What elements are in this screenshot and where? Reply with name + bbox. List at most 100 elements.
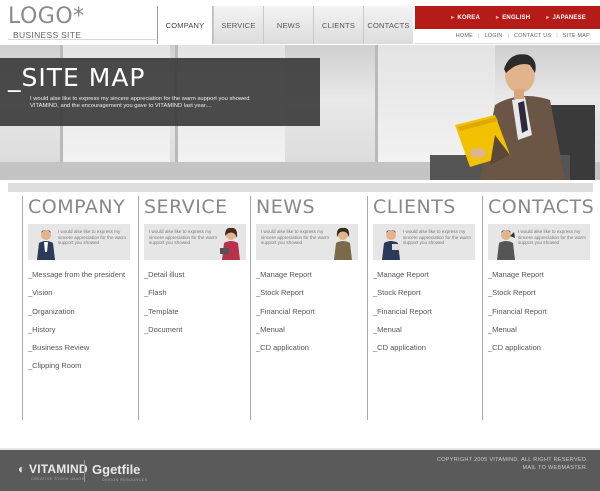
copyright-block: COPYRIGHT 2005 VITAMIND. ALL RIGHT RESER… [437, 457, 588, 472]
column-title[interactable]: COMPANY [28, 196, 138, 222]
hero-banner: _SITE MAP I would alse like to express m… [0, 45, 600, 180]
util-separator: | [478, 33, 480, 39]
column-links: _Detail illust _Flash _Template _Documen… [144, 266, 250, 339]
lang-japanese[interactable]: ▸ JAPANESE [546, 14, 586, 21]
sitemap-link[interactable]: _Document [144, 321, 250, 339]
column-title[interactable]: CONTACTS [488, 196, 600, 222]
column-links: _Manage Report _Stock Report _Financial … [488, 266, 600, 357]
language-bar: ▸ KOREA ▸ ENGLISH ▸ JAPANESE [415, 6, 600, 29]
column-title[interactable]: NEWS [256, 196, 367, 222]
person-illustration [497, 230, 515, 260]
sitemap-link[interactable]: _Flash [144, 284, 250, 302]
person-illustration [220, 227, 240, 260]
logo-divider [8, 39, 156, 40]
sitemap-link[interactable]: _CD application [373, 339, 482, 357]
sitemap-link[interactable]: _CD application [256, 339, 367, 357]
column-links: _Message from the president _Vision _Org… [28, 266, 138, 376]
nav-clients[interactable]: CLIENTS [313, 6, 363, 44]
sitemap-link[interactable]: _Business Review [28, 339, 138, 357]
nav-service[interactable]: SERVICE [213, 6, 263, 44]
lang-english-label: ENGLISH [502, 15, 531, 21]
getfile-logo-text: getfile [102, 462, 141, 477]
sitemap-link[interactable]: _Financial Report [256, 303, 367, 321]
column-banner: I would alse like to express my sincere … [144, 224, 246, 260]
sitemap-link[interactable]: _Financial Report [488, 303, 600, 321]
sitemap-link[interactable]: _Financial Report [373, 303, 482, 321]
sitemap-link[interactable]: _Menual [373, 321, 482, 339]
copyright-text: COPYRIGHT 2005 VITAMIND. ALL RIGHT RESER… [436, 457, 588, 463]
webmaster-link[interactable]: MAIL TO WEBMASTER. [437, 465, 588, 473]
sitemap-link[interactable]: _Manage Report [373, 266, 482, 284]
util-home-link[interactable]: HOME [456, 33, 473, 39]
footer: ◐ VITAMIND CREATIVE STOCK IMAGE Ggetfile… [0, 450, 600, 491]
logo[interactable]: LOGO* _BUSINESS SITE [8, 4, 85, 41]
sitemap-link[interactable]: _Stock Report [256, 284, 367, 302]
util-sitemap-link[interactable]: SITE MAP [563, 33, 590, 39]
column-links: _Manage Report _Stock Report _Financial … [373, 266, 482, 357]
util-contact-link[interactable]: CONTACT US [514, 33, 551, 39]
hero-title-panel: _SITE MAP I would alse like to express m… [0, 58, 320, 126]
column-banner: I would alse like to express my sincere … [256, 224, 358, 260]
sitemap-link[interactable]: _Menual [488, 321, 600, 339]
getfile-tagline: DESIGN RESOURCES [102, 478, 148, 482]
column-title[interactable]: SERVICE [144, 196, 250, 222]
sitemap-columns: COMPANY I would alse like to express my … [22, 196, 600, 420]
util-separator: | [507, 33, 510, 39]
hero-title: _SITE MAP [8, 63, 146, 92]
banner-text: I would alse like to express my sincere … [518, 229, 586, 246]
top-right-panel: ▸ KOREA ▸ ENGLISH ▸ JAPANESE HOME | LOGIN |… [415, 6, 600, 44]
banner-text: I would alse like to express my sincere … [261, 229, 329, 246]
vitamind-logo[interactable]: ◐ VITAMIND [18, 462, 88, 476]
person-illustration [37, 230, 55, 260]
bullet-icon: ▸ [451, 15, 455, 21]
businessman-illustration [430, 54, 595, 180]
sitemap-link[interactable]: _Menual [256, 321, 367, 339]
sitemap-link[interactable]: _Detail illust [144, 266, 250, 284]
sitemap-link[interactable]: _Manage Report [488, 266, 600, 284]
getfile-mark-icon: G [92, 462, 103, 477]
utility-bar: HOME | LOGIN | CONTACT US | SITE MAP [415, 29, 600, 44]
bullet-icon: ▸ [495, 15, 500, 21]
column-title[interactable]: CLIENTS [373, 196, 482, 222]
sitemap-column-news: NEWS I would alse like to express my sin… [250, 196, 367, 420]
vitamind-mark-icon: ◐ [18, 462, 26, 476]
sitemap-link[interactable]: _Vision [28, 284, 138, 302]
logo-text: LOGO* [8, 4, 85, 29]
getfile-logo[interactable]: Ggetfile [92, 462, 140, 477]
lang-korea-label: KOREA [457, 15, 480, 21]
banner-text: I would alse like to express my sincere … [58, 229, 126, 246]
lang-korea[interactable]: ▸ KOREA [451, 14, 480, 21]
util-login-link[interactable]: LOGIN [484, 33, 502, 39]
vitamind-tagline: CREATIVE STOCK IMAGE [31, 477, 85, 481]
person-illustration [334, 227, 352, 260]
column-banner: I would alse like to express my sincere … [28, 224, 130, 260]
bullet-icon: ▸ [546, 15, 550, 21]
nav-contacts[interactable]: CONTACTS [363, 6, 413, 44]
util-separator: | [556, 33, 558, 39]
sitemap-link[interactable]: _History [28, 321, 138, 339]
nav-company[interactable]: COMPANY [157, 6, 213, 44]
column-banner: I would alse like to express my sincere … [373, 224, 475, 260]
sitemap-column-clients: CLIENTS I would alse like to express my … [367, 196, 482, 420]
sitemap-link[interactable]: _Stock Report [373, 284, 482, 302]
sitemap-link[interactable]: _Stock Report [488, 284, 600, 302]
sitemap-link[interactable]: _Organization [28, 303, 138, 321]
column-banner: I would alse like to express my sincere … [488, 224, 590, 260]
vitamind-logo-text: VITAMIND [29, 462, 88, 476]
lang-japanese-label: JAPANESE [552, 15, 586, 21]
column-links: _Manage Report _Stock Report _Financial … [256, 266, 367, 357]
sitemap-link[interactable]: _Manage Report [256, 266, 367, 284]
sitemap-link[interactable]: _Message from the president [28, 266, 138, 284]
banner-text: I would alse like to express my sincere … [149, 229, 217, 246]
section-divider-bar [8, 183, 593, 192]
footer-brand-separator [84, 460, 85, 482]
header: LOGO* _BUSINESS SITE COMPANY SERVICE NEW… [0, 0, 600, 45]
sitemap-link[interactable]: _Clipping Room [28, 357, 138, 375]
nav-news[interactable]: NEWS [263, 6, 313, 44]
sitemap-column-service: SERVICE I would alse like to express my … [138, 196, 250, 420]
hero-description: I would alse like to express my sincere … [30, 96, 250, 109]
sitemap-link[interactable]: _CD application [488, 339, 600, 357]
lang-english[interactable]: ▸ ENGLISH [496, 14, 530, 21]
sitemap-link[interactable]: _Template [144, 303, 250, 321]
main-nav: COMPANY SERVICE NEWS CLIENTS CONTACTS [157, 6, 413, 44]
